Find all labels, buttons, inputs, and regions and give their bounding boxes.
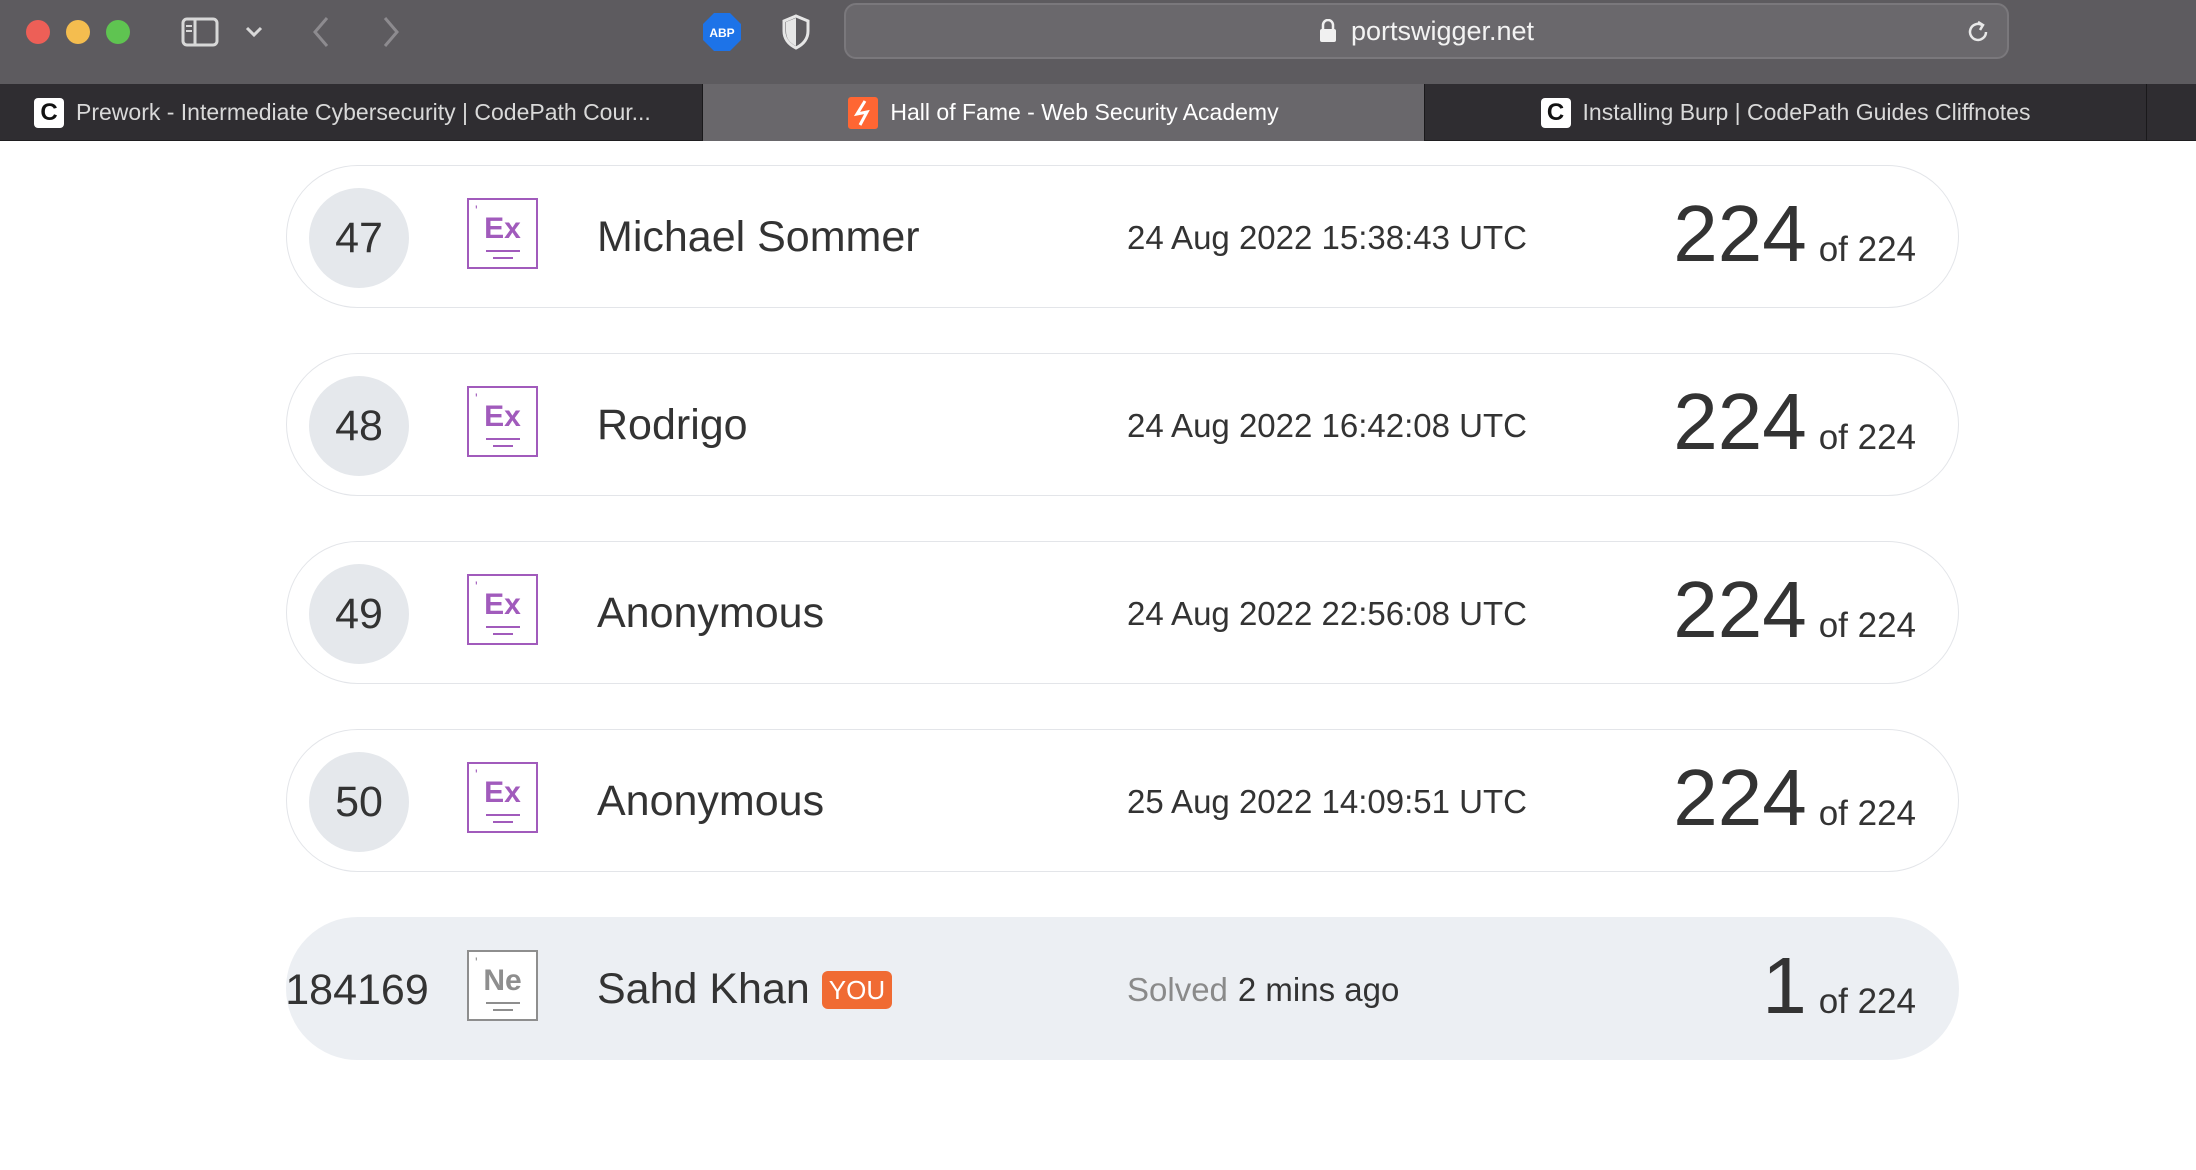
current-user-row: 184169 ' Ne Sahd Khan YOU Solved 2 mins a… — [285, 917, 1959, 1060]
rank-number: 48 — [309, 376, 409, 476]
solved-time: 2 mins ago — [1237, 970, 1400, 1008]
back-arrow-icon[interactable] — [306, 14, 336, 50]
solved-label: Solved — [1127, 970, 1228, 1008]
portswigger-icon — [848, 96, 879, 129]
solved-count: 224 — [1673, 377, 1807, 466]
tab-title: Prework - Intermediate Cybersecurity | C… — [76, 99, 651, 125]
expert-level-badge: ' Ex — [467, 386, 538, 457]
codepath-icon: C — [34, 97, 64, 128]
minimize-window-button[interactable] — [66, 20, 90, 44]
hall-of-fame-list: 47 ' Ex Michael Sommer 24 Aug 2022 15:38:… — [285, 165, 1959, 1060]
rank-number: 50 — [309, 752, 409, 852]
solved-count: 1 — [1762, 941, 1807, 1030]
completion-date: 25 Aug 2022 14:09:51 UTC — [1127, 782, 1527, 820]
total-count: of 224 — [1818, 606, 1916, 645]
badge-symbol: Ex — [484, 776, 521, 809]
expert-level-badge: ' Ex — [467, 198, 538, 269]
badge-symbol: Ex — [484, 212, 521, 245]
zoom-window-button[interactable] — [106, 20, 130, 44]
tab-hall-of-fame[interactable]: Hall of Fame - Web Security Academy — [703, 84, 1425, 141]
address-bar[interactable]: portswigger.net — [844, 3, 2009, 59]
tab-codepath-prework[interactable]: C Prework - Intermediate Cybersecurity |… — [0, 84, 703, 141]
leaderboard-row: 50 ' Ex Anonymous 25 Aug 2022 14:09:51 UT… — [286, 729, 1959, 872]
completion-date: 24 Aug 2022 22:56:08 UTC — [1127, 594, 1527, 632]
tab-bar: C Prework - Intermediate Cybersecurity |… — [0, 84, 2196, 141]
badge-symbol: Ex — [484, 588, 521, 621]
lock-icon — [1319, 19, 1336, 42]
completion-date: 24 Aug 2022 15:38:43 UTC — [1127, 218, 1527, 256]
completion-date: 24 Aug 2022 16:42:08 UTC — [1127, 406, 1527, 444]
user-name: Sahd Khan — [597, 965, 810, 1013]
address-url: portswigger.net — [1350, 15, 1535, 46]
privacy-shield-icon[interactable] — [776, 14, 816, 50]
rank-number: 47 — [309, 188, 409, 288]
adblock-label: ABP — [709, 26, 734, 40]
user-name: Michael Sommer — [597, 213, 920, 261]
close-window-button[interactable] — [26, 20, 50, 44]
expert-level-badge: ' Ex — [467, 574, 538, 645]
tab-title: Hall of Fame - Web Security Academy — [890, 99, 1279, 125]
badge-symbol: Ex — [484, 400, 521, 433]
leaderboard-row: 48 ' Ex Rodrigo 24 Aug 2022 16:42:08 UTC … — [286, 353, 1959, 496]
total-count: of 224 — [1818, 418, 1916, 457]
badge-symbol: Ne — [483, 964, 522, 997]
leaderboard-row: 47 ' Ex Michael Sommer 24 Aug 2022 15:38:… — [286, 165, 1959, 308]
you-badge: YOU — [821, 970, 893, 1009]
forward-arrow-icon[interactable] — [376, 14, 406, 50]
tab-title: Installing Burp | CodePath Guides Cliffn… — [1582, 99, 2031, 125]
user-name: Rodrigo — [597, 401, 748, 449]
browser-toolbar: ABP portswigger.net — [0, 0, 2196, 84]
novice-level-badge: ' Ne — [467, 950, 538, 1021]
chevron-down-icon[interactable] — [240, 14, 268, 50]
codepath-glyph: C — [1546, 98, 1565, 126]
expert-level-badge: ' Ex — [467, 762, 538, 833]
tab-installing-burp[interactable]: C Installing Burp | CodePath Guides Clif… — [1425, 84, 2147, 141]
sidebar-toggle-icon[interactable] — [180, 14, 220, 50]
codepath-icon: C — [1540, 97, 1571, 128]
adblock-icon[interactable]: ABP — [700, 13, 744, 51]
solved-count: 224 — [1673, 565, 1807, 654]
solved-count: 224 — [1673, 753, 1807, 842]
user-name: Anonymous — [597, 777, 825, 825]
total-count: of 224 — [1818, 794, 1916, 833]
total-count: of 224 — [1818, 982, 1916, 1021]
codepath-glyph: C — [40, 98, 58, 126]
user-name: Anonymous — [597, 589, 825, 637]
rank-number: 49 — [309, 564, 409, 664]
rank-number: 184169 — [285, 965, 429, 1014]
leaderboard-row: 49 ' Ex Anonymous 24 Aug 2022 22:56:08 UT… — [286, 541, 1959, 684]
reload-icon[interactable] — [1963, 17, 1993, 47]
solved-count: 224 — [1673, 189, 1807, 278]
total-count: of 224 — [1818, 230, 1916, 269]
